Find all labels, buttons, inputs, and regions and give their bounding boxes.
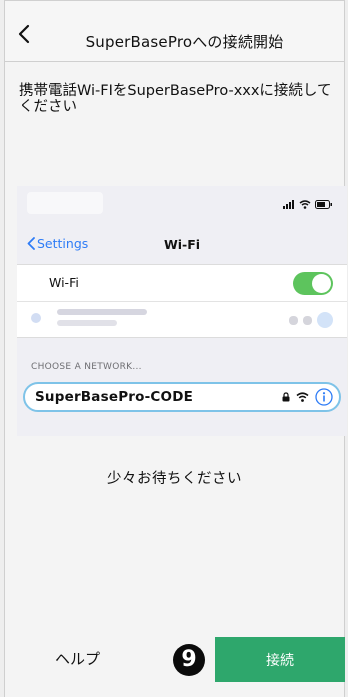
battery-icon xyxy=(315,200,332,209)
wifi-toggle-label: Wi-Fi xyxy=(49,275,79,290)
network-name: SuperBasePro-CODE xyxy=(35,389,194,405)
wifi-toggle[interactable] xyxy=(293,272,333,295)
lock-icon xyxy=(289,315,298,325)
help-button[interactable]: ヘルプ xyxy=(55,648,100,669)
connect-button[interactable]: 接続 xyxy=(215,637,345,682)
signal-icon xyxy=(283,200,294,209)
checkmark-icon xyxy=(31,313,41,323)
step-number-badge: 9 xyxy=(173,644,205,676)
app-screen: SuperBaseProへの接続開始 携帯電話Wi-FIをSuperBasePr… xyxy=(4,0,347,697)
wifi-icon xyxy=(296,392,309,402)
status-bar-blur xyxy=(27,192,103,214)
connected-network-blurred xyxy=(17,302,347,336)
blurred-network-icons xyxy=(289,312,333,328)
network-icons xyxy=(282,388,333,406)
status-icons xyxy=(283,200,333,209)
network-row-superbasepro[interactable]: SuperBasePro-CODE xyxy=(23,382,341,412)
waiting-message: 少々お待ちください xyxy=(107,471,242,487)
navigation-bar: SuperBaseProへの接続開始 xyxy=(5,0,344,62)
connect-button-label: 接続 xyxy=(266,652,294,669)
page-title: SuperBaseProへの接続開始 xyxy=(85,33,284,51)
blurred-network-status xyxy=(57,320,117,326)
info-icon[interactable] xyxy=(315,388,333,406)
instruction-text: 携帯電話Wi-FIをSuperBasePro-xxxに接続してください xyxy=(19,83,332,115)
chevron-left-icon xyxy=(18,24,30,44)
wifi-icon xyxy=(303,315,312,325)
info-icon xyxy=(317,312,333,328)
choose-network-header: CHOOSE A NETWORK... xyxy=(31,362,142,372)
ios-page-title: Wi-Fi xyxy=(163,237,201,252)
back-button[interactable] xyxy=(13,21,35,47)
wifi-icon xyxy=(299,200,311,209)
ios-navigation-bar: Settings Wi-Fi xyxy=(17,226,347,262)
blurred-network-name xyxy=(57,309,147,315)
wifi-settings-group: Wi-Fi xyxy=(17,264,347,338)
lock-icon xyxy=(282,392,290,402)
wifi-toggle-row: Wi-Fi xyxy=(17,265,347,302)
wifi-settings-screenshot: Settings Wi-Fi Wi-Fi CHOOSE A NETWORK... xyxy=(17,186,347,436)
